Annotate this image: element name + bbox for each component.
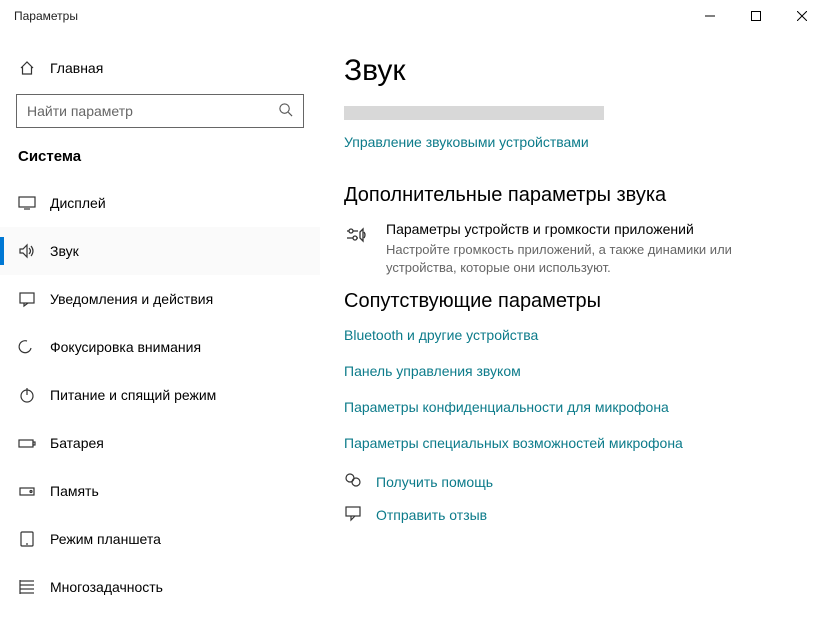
app-volume-option[interactable]: Параметры устройств и громкости приложен… <box>344 221 801 276</box>
sidebar-nav: Дисплей Звук Уведомления и действия Фоку… <box>0 179 320 611</box>
sidebar-item-tablet[interactable]: Режим планшета <box>0 515 320 563</box>
sound-icon <box>18 242 36 260</box>
page-title: Звук <box>344 54 801 88</box>
home-button[interactable]: Главная <box>0 60 320 94</box>
sidebar-item-focus[interactable]: Фокусировка внимания <box>0 323 320 371</box>
search-input[interactable]: Найти параметр <box>16 94 304 128</box>
sidebar-item-battery[interactable]: Батарея <box>0 419 320 467</box>
sidebar-item-notifications[interactable]: Уведомления и действия <box>0 275 320 323</box>
home-icon <box>18 60 36 76</box>
window-controls <box>687 0 825 32</box>
help-icon <box>344 471 362 492</box>
multitask-icon <box>18 578 36 596</box>
sidebar-heading: Система <box>0 148 320 179</box>
sidebar-item-label: Режим планшета <box>50 531 161 547</box>
related-link-sound-panel[interactable]: Панель управления звуком <box>344 363 801 379</box>
feedback-icon <box>344 504 362 525</box>
sliders-icon <box>344 221 370 250</box>
manage-devices-link[interactable]: Управление звуковыми устройствами <box>344 134 589 150</box>
related-link-bluetooth[interactable]: Bluetooth и другие устройства <box>344 327 801 343</box>
sidebar-item-label: Фокусировка внимания <box>50 339 201 355</box>
window-title: Параметры <box>14 9 78 23</box>
search-placeholder: Найти параметр <box>27 103 133 119</box>
app-volume-desc: Настройте громкость приложений, а также … <box>386 241 766 276</box>
get-help-row[interactable]: Получить помощь <box>344 471 801 492</box>
sidebar-item-multitask[interactable]: Многозадачность <box>0 563 320 611</box>
sidebar-item-sound[interactable]: Звук <box>0 227 320 275</box>
app-volume-title: Параметры устройств и громкости приложен… <box>386 221 766 237</box>
tablet-icon <box>18 530 36 548</box>
sidebar-item-label: Питание и спящий режим <box>50 387 216 403</box>
content-area: Звук Управление звуковыми устройствами Д… <box>320 32 825 634</box>
sidebar-item-label: Дисплей <box>50 195 106 211</box>
feedback-link[interactable]: Отправить отзыв <box>376 507 487 523</box>
storage-icon <box>18 482 36 500</box>
advanced-heading: Дополнительные параметры звука <box>344 184 801 207</box>
minimize-button[interactable] <box>687 0 733 32</box>
focus-icon <box>18 338 36 356</box>
sidebar: Главная Найти параметр Система Дисплей З… <box>0 32 320 634</box>
related-link-mic-accessibility[interactable]: Параметры специальных возможностей микро… <box>344 435 801 451</box>
sidebar-item-display[interactable]: Дисплей <box>0 179 320 227</box>
search-icon <box>278 102 293 120</box>
sidebar-item-storage[interactable]: Память <box>0 467 320 515</box>
related-link-mic-privacy[interactable]: Параметры конфиденциальности для микрофо… <box>344 399 801 415</box>
power-icon <box>18 386 36 404</box>
get-help-link[interactable]: Получить помощь <box>376 474 493 490</box>
sidebar-item-label: Многозадачность <box>50 579 163 595</box>
sidebar-item-label: Память <box>50 483 99 499</box>
notifications-icon <box>18 290 36 308</box>
close-button[interactable] <box>779 0 825 32</box>
battery-icon <box>18 434 36 452</box>
sidebar-item-label: Батарея <box>50 435 104 451</box>
maximize-button[interactable] <box>733 0 779 32</box>
truncated-content-strip <box>344 106 604 120</box>
related-heading: Сопутствующие параметры <box>344 290 801 313</box>
sidebar-item-power[interactable]: Питание и спящий режим <box>0 371 320 419</box>
sidebar-item-label: Уведомления и действия <box>50 291 213 307</box>
home-label: Главная <box>50 60 103 76</box>
feedback-row[interactable]: Отправить отзыв <box>344 504 801 525</box>
display-icon <box>18 194 36 212</box>
titlebar: Параметры <box>0 0 825 32</box>
sidebar-item-label: Звук <box>50 243 79 259</box>
